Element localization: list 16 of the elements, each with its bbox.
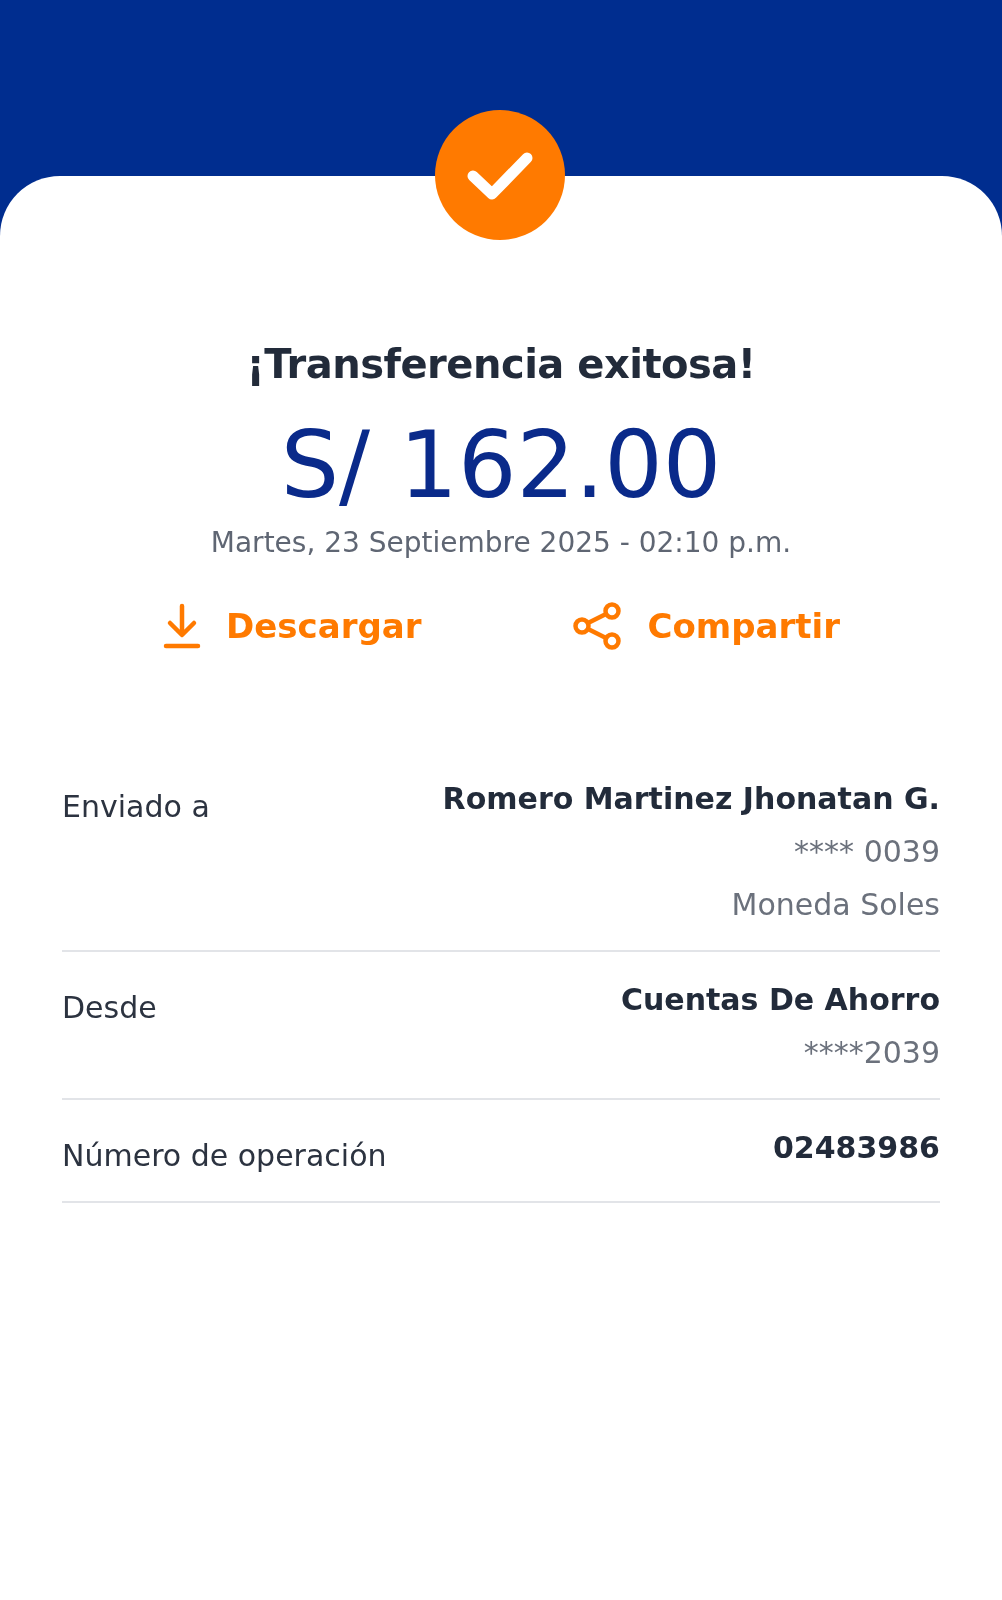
detail-label: Enviado a — [62, 788, 210, 825]
detail-value: 02483986 — [773, 1130, 940, 1166]
detail-label: Desde — [62, 989, 157, 1026]
detail-value: Cuentas De Ahorro — [620, 982, 940, 1018]
date-time: Martes, 23 Septiembre 2025 - 02:10 p.m. — [210, 526, 792, 560]
download-icon — [162, 602, 203, 651]
amount: S/ 162.00 — [280, 415, 722, 517]
share-icon — [571, 601, 624, 652]
success-title: ¡Transferencia exitosa! — [246, 341, 756, 387]
share-button[interactable]: Compartir — [571, 601, 840, 652]
detail-value: Moneda Soles — [731, 887, 940, 923]
detail-value: ****2039 — [803, 1035, 940, 1071]
detail-label: Número de operación — [62, 1137, 387, 1174]
detail-value: Romero Martinez Jhonatan G. — [442, 781, 940, 817]
detail-value: **** 0039 — [794, 834, 940, 870]
download-button[interactable]: Descargar — [162, 601, 422, 652]
